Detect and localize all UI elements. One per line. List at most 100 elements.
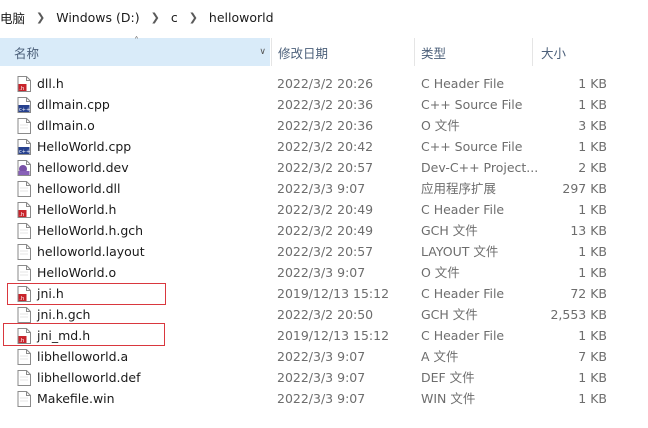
chevron-right-icon[interactable]: ❯	[36, 11, 45, 24]
file-modified-date: 2022/3/2 20:49	[277, 223, 374, 238]
file-modified-date: 2022/3/2 20:57	[277, 160, 374, 175]
breadcrumb-item-c[interactable]: c	[171, 10, 178, 25]
file-type: C Header File	[421, 328, 505, 343]
file-type: C Header File	[421, 202, 505, 217]
file-size: 2 KB	[578, 160, 607, 175]
file-row[interactable]: libhelloworld.def 2022/3/3 9:07 DEF 文件 1 KB	[0, 367, 648, 388]
file-size: 72 KB	[570, 286, 607, 301]
column-header-type[interactable]: 类型	[414, 38, 532, 66]
file-size: 1 KB	[578, 328, 607, 343]
column-header-name[interactable]: 名称 ˄ ∨	[0, 36, 270, 66]
highlight-box-jni-md-h	[3, 323, 165, 346]
c-header-icon: .h	[17, 202, 31, 218]
column-header-name-label: 名称	[14, 45, 40, 61]
blank-file-icon	[17, 370, 31, 386]
file-size: 13 KB	[570, 223, 607, 238]
chevron-down-icon[interactable]: ∨	[259, 47, 266, 57]
file-size: 1 KB	[578, 265, 607, 280]
file-name: dllmain.cpp	[37, 97, 110, 112]
c-header-icon: .h	[17, 76, 31, 92]
file-modified-date: 2022/3/2 20:50	[277, 307, 374, 322]
file-row[interactable]: libhelloworld.a 2022/3/3 9:07 A 文件 7 KB	[0, 346, 648, 367]
file-size: 3 KB	[578, 118, 607, 133]
file-size: 1 KB	[578, 244, 607, 259]
blank-file-icon	[17, 265, 31, 281]
file-type: C Header File	[421, 76, 505, 91]
file-name: libhelloworld.def	[37, 370, 141, 385]
cpp-source-icon: c++	[17, 97, 31, 113]
file-type: 应用程序扩展	[421, 181, 497, 196]
file-size: 7 KB	[578, 349, 607, 364]
file-row[interactable]: helloworld.layout 2022/3/2 20:57 LAYOUT 文件…	[0, 241, 648, 262]
file-row[interactable]: jni.h.gch 2022/3/2 20:50 GCH 文件 2,553 KB	[0, 304, 648, 325]
blank-file-icon	[17, 349, 31, 365]
blank-file-icon	[17, 181, 31, 197]
cpp-source-icon: c++	[17, 139, 31, 155]
file-modified-date: 2022/3/2 20:42	[277, 139, 374, 154]
file-modified-date: 2022/3/2 20:26	[277, 76, 374, 91]
file-modified-date: 2022/3/3 9:07	[277, 391, 366, 406]
file-size: 1 KB	[578, 139, 607, 154]
dev-project-icon	[17, 160, 31, 176]
file-name: HelloWorld.h	[37, 202, 117, 217]
file-size: 1 KB	[578, 370, 607, 385]
file-type: Dev-C++ Project...	[421, 160, 539, 175]
column-header-date-label: 修改日期	[278, 45, 329, 61]
file-row[interactable]: helloworld.dev 2022/3/2 20:57 Dev-C++ Proj…	[0, 157, 648, 178]
file-row[interactable]: Makefile.win 2022/3/3 9:07 WIN 文件 1 KB	[0, 388, 648, 409]
file-row[interactable]: helloworld.dll 2022/3/3 9:07 应用程序扩展 297 KB	[0, 178, 648, 199]
blank-file-icon	[17, 223, 31, 239]
file-name: HelloWorld.cpp	[37, 139, 132, 154]
file-type: C++ Source File	[421, 97, 523, 112]
column-header-type-label: 类型	[421, 45, 447, 61]
breadcrumb-item-computer[interactable]: 电脑	[0, 8, 25, 27]
file-list: .h dll.h 2022/3/2 20:26 C Header File 1 KB c+…	[0, 73, 648, 409]
file-size: 1 KB	[578, 76, 607, 91]
file-row[interactable]: dllmain.o 2022/3/2 20:36 O 文件 3 KB	[0, 115, 648, 136]
chevron-right-icon[interactable]: ❯	[151, 11, 160, 24]
column-header-bar: 名称 ˄ ∨ 修改日期 类型 大小	[0, 36, 648, 66]
file-name: helloworld.dev	[37, 160, 129, 175]
file-row[interactable]: c++ HelloWorld.cpp 2022/3/2 20:42 C++ Sourc…	[0, 136, 648, 157]
sort-ascending-icon: ˄	[134, 36, 139, 47]
file-name: libhelloworld.a	[37, 349, 129, 364]
file-name: dllmain.o	[37, 118, 95, 133]
breadcrumb-item-drive[interactable]: Windows (D:)	[56, 10, 139, 25]
blank-file-icon	[17, 307, 31, 323]
column-header-size-label: 大小	[541, 45, 567, 61]
blank-file-icon	[17, 118, 31, 134]
column-header-date[interactable]: 修改日期	[271, 38, 414, 66]
file-modified-date: 2022/3/3 9:07	[277, 181, 366, 196]
file-type: GCH 文件	[421, 223, 478, 238]
file-name: helloworld.dll	[37, 181, 121, 196]
file-type: LAYOUT 文件	[421, 244, 499, 259]
blank-file-icon	[17, 244, 31, 260]
file-modified-date: 2022/3/3 9:07	[277, 370, 366, 385]
file-type: C Header File	[421, 286, 505, 301]
file-modified-date: 2019/12/13 15:12	[277, 286, 390, 301]
file-row[interactable]: .h HelloWorld.h 2022/3/2 20:49 C Header Fil…	[0, 199, 648, 220]
chevron-right-icon[interactable]: ❯	[189, 11, 198, 24]
file-row[interactable]: HelloWorld.o 2022/3/3 9:07 O 文件 1 KB	[0, 262, 648, 283]
breadcrumb: 电脑 ❯ Windows (D:) ❯ c ❯ helloworld	[0, 0, 648, 34]
column-header-size[interactable]: 大小	[532, 38, 648, 66]
svg-text:c++: c++	[19, 107, 30, 113]
file-name: dll.h	[37, 76, 64, 91]
file-modified-date: 2022/3/3 9:07	[277, 265, 366, 280]
file-size: 2,553 KB	[550, 307, 607, 322]
file-modified-date: 2022/3/2 20:36	[277, 118, 374, 133]
file-name: HelloWorld.h.gch	[37, 223, 144, 238]
breadcrumb-item-helloworld[interactable]: helloworld	[209, 10, 274, 25]
file-name: jni.h.gch	[37, 307, 91, 322]
file-type: A 文件	[421, 349, 459, 364]
file-type: DEF 文件	[421, 370, 475, 385]
file-row[interactable]: .h dll.h 2022/3/2 20:26 C Header File 1 KB	[0, 73, 648, 94]
file-row[interactable]: c++ dllmain.cpp 2022/3/2 20:36 C++ Source F…	[0, 94, 648, 115]
file-name: HelloWorld.o	[37, 265, 117, 280]
file-size: 297 KB	[562, 181, 607, 196]
file-name: Makefile.win	[37, 391, 115, 406]
file-name: helloworld.layout	[37, 244, 145, 259]
file-type: C++ Source File	[421, 139, 523, 154]
file-row[interactable]: HelloWorld.h.gch 2022/3/2 20:49 GCH 文件 13 K…	[0, 220, 648, 241]
file-modified-date: 2022/3/3 9:07	[277, 349, 366, 364]
